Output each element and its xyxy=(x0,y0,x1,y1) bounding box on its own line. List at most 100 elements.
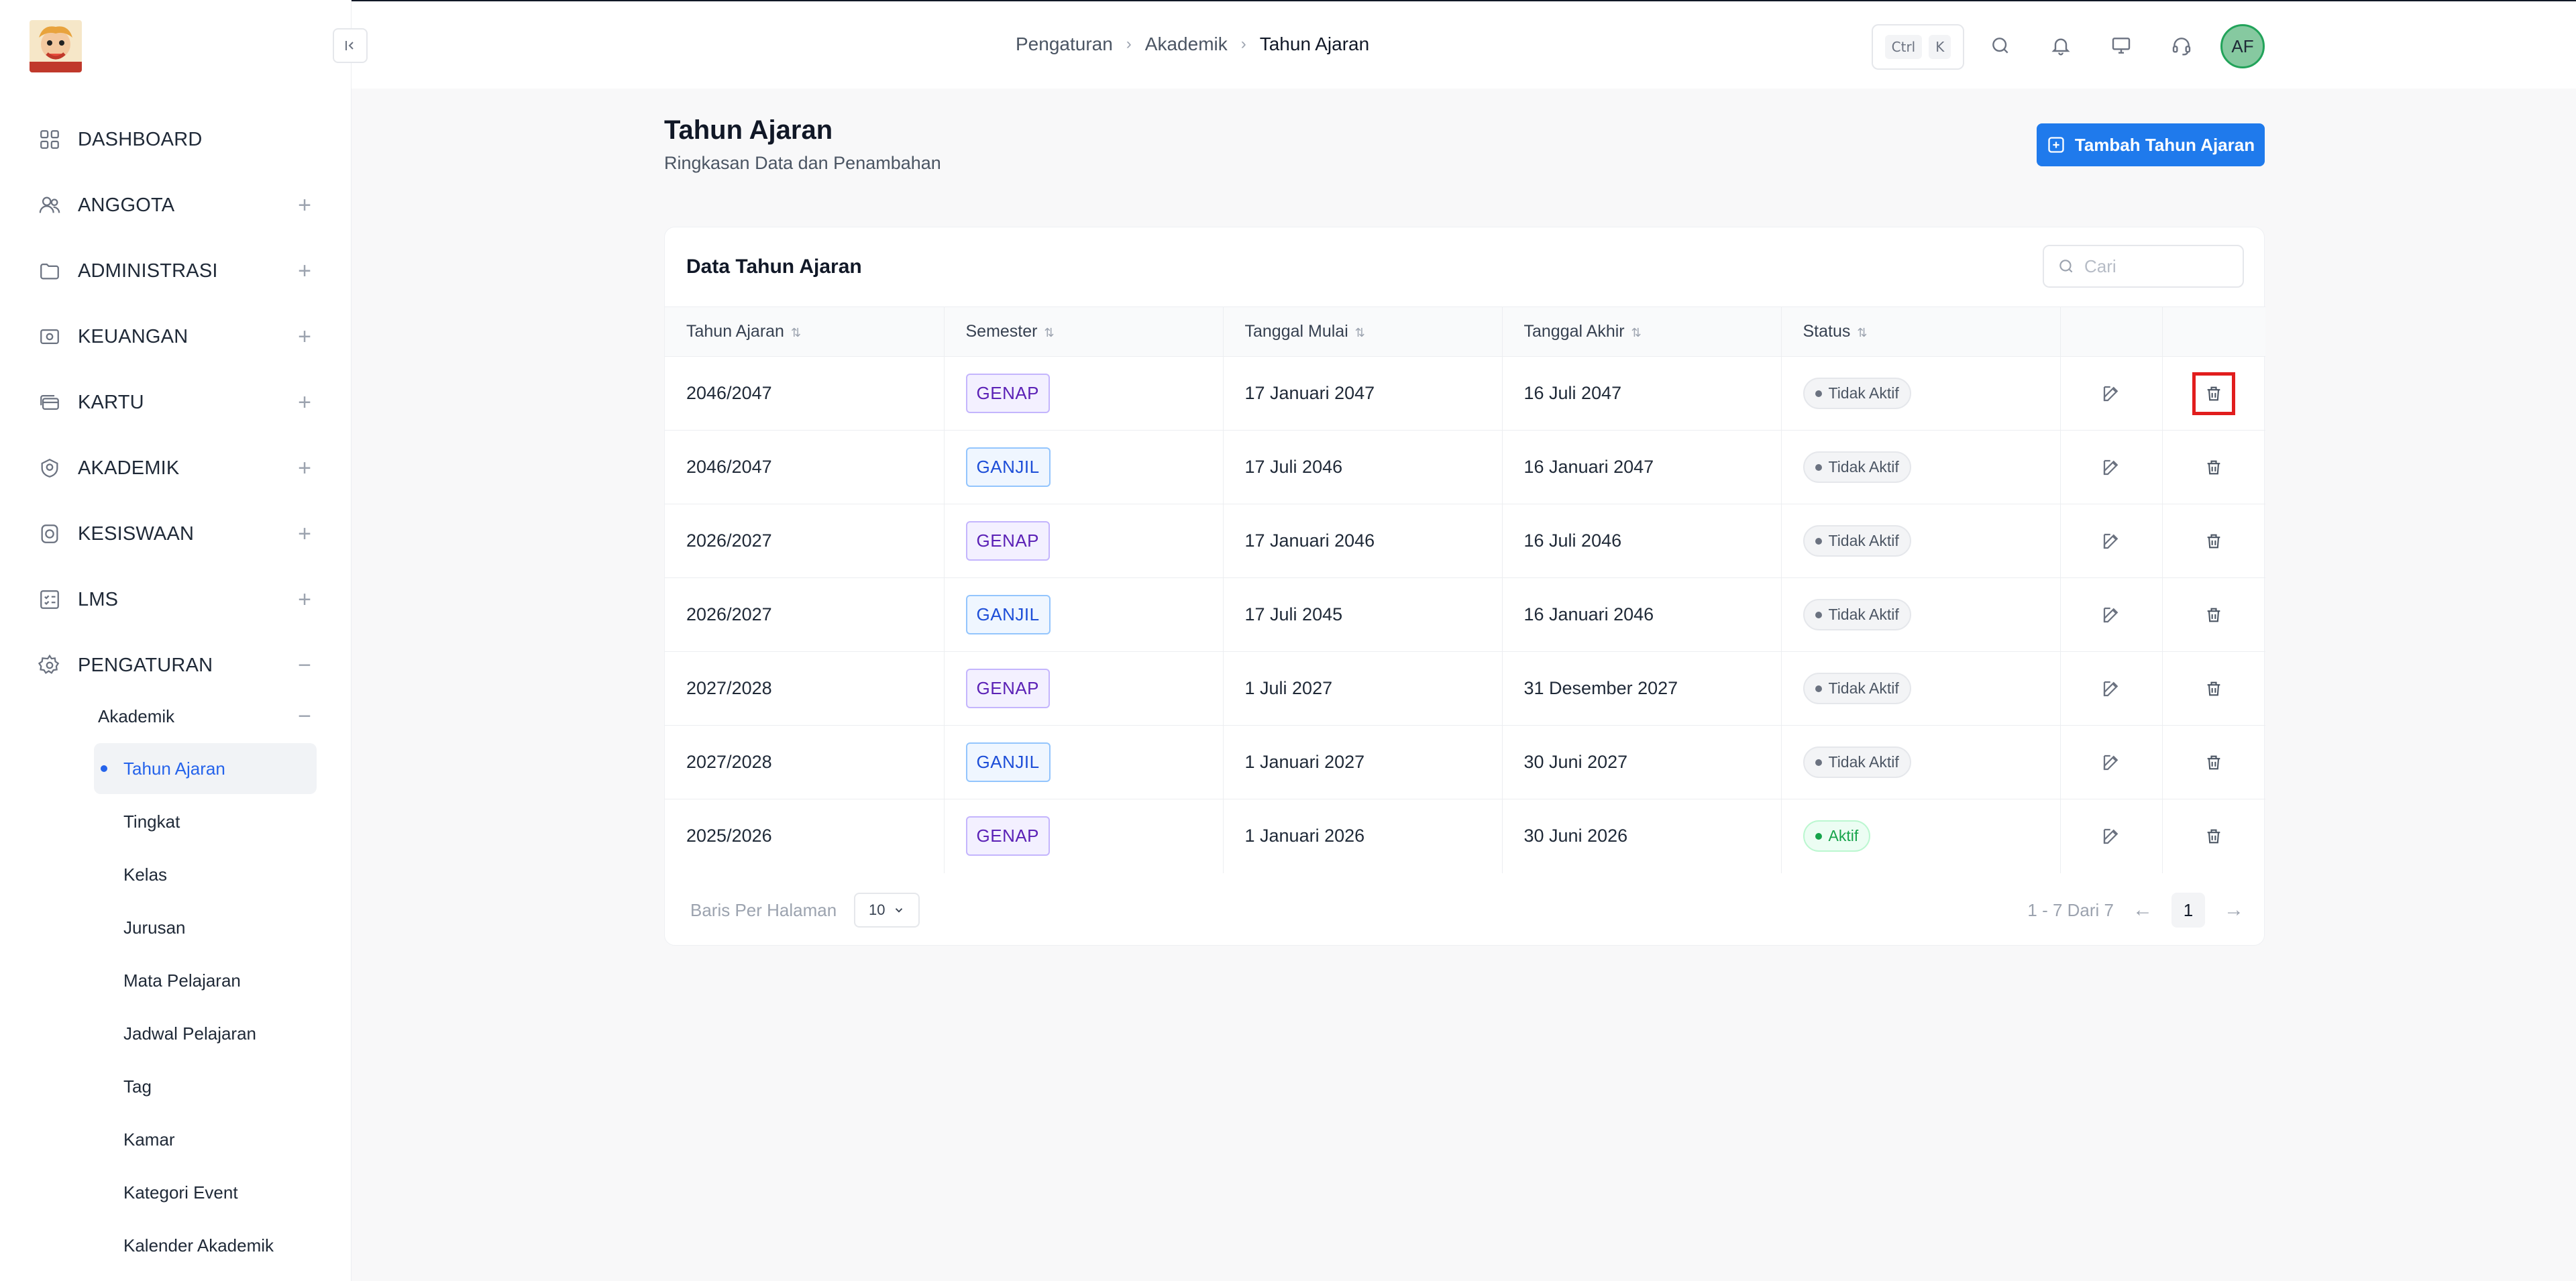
expand-icon[interactable]: + xyxy=(292,456,317,480)
cell-semester: GANJIL xyxy=(944,725,1224,799)
collapse-icon[interactable]: − xyxy=(292,653,317,677)
cell-tanggal-mulai: 17 Januari 2047 xyxy=(1223,356,1503,431)
submenu-item[interactable]: Tingkat xyxy=(94,796,317,847)
app-logo[interactable] xyxy=(30,20,82,72)
sidebar-item-akademik[interactable]: AKADEMIK + xyxy=(36,448,317,488)
trash-icon[interactable] xyxy=(2192,372,2236,415)
cell-status: Tidak Aktif xyxy=(1781,504,2061,578)
avatar[interactable]: AF xyxy=(2220,24,2265,68)
cell-edit xyxy=(2060,799,2163,873)
breadcrumb-item[interactable]: Akademik xyxy=(1145,34,1228,55)
trash-icon[interactable] xyxy=(2192,741,2235,784)
semester-badge: GANJIL xyxy=(965,742,1051,782)
chevron-right-icon: › xyxy=(1240,35,1246,53)
cell-delete xyxy=(2162,431,2265,504)
submenu-item[interactable]: Tag xyxy=(94,1061,317,1112)
submenu-item[interactable]: Jurusan xyxy=(94,902,317,953)
cell-tanggal-akhir: 16 Januari 2047 xyxy=(1502,430,1782,504)
sidebar-item-kesiswaan[interactable]: KESISWAAN + xyxy=(36,514,317,554)
sidebar-item-keuangan[interactable]: KEUANGAN + xyxy=(36,317,317,357)
sidebar-collapse-button[interactable] xyxy=(333,28,368,63)
trash-icon[interactable] xyxy=(2192,520,2235,563)
column-header-tanggal-mulai[interactable]: Tanggal Mulai ⇅ xyxy=(1223,307,1503,357)
rows-per-page-select[interactable]: 10 xyxy=(854,893,920,928)
cards-icon xyxy=(36,389,63,416)
edit-icon[interactable] xyxy=(2090,667,2133,710)
cell-semester: GENAP xyxy=(944,504,1224,578)
collapse-left-icon xyxy=(345,41,354,50)
cell-tahun: 2046/2047 xyxy=(665,356,945,431)
page-subtitle: Ringkasan Data dan Penambahan xyxy=(664,153,941,173)
sidebar-item-kartu[interactable]: KARTU + xyxy=(36,382,317,423)
breadcrumb-item[interactable]: Pengaturan xyxy=(1016,34,1113,55)
sidebar-item-anggota[interactable]: ANGGOTA + xyxy=(36,185,317,225)
command-shortcut-button[interactable]: Ctrl K xyxy=(1872,24,1964,70)
submenu-item-label: Kategori Event xyxy=(123,1182,238,1203)
edit-icon[interactable] xyxy=(2090,520,2133,563)
submenu-item[interactable]: Kategori Event xyxy=(94,1167,317,1218)
sidebar-item-lms[interactable]: LMS + xyxy=(36,579,317,620)
folder-icon xyxy=(36,258,63,284)
sidebar-item-label: ADMINISTRASI xyxy=(78,260,218,282)
column-header-status[interactable]: Status ⇅ xyxy=(1781,307,2061,357)
cell-status: Aktif xyxy=(1781,799,2061,873)
trash-icon[interactable] xyxy=(2192,594,2235,636)
expand-icon[interactable]: + xyxy=(292,193,317,217)
submenu-item[interactable]: Kelas xyxy=(94,849,317,900)
arrow-right-icon[interactable]: → xyxy=(2224,899,2244,922)
sidebar-item-pengaturan[interactable]: PENGATURAN − xyxy=(36,645,317,685)
monitor-icon[interactable] xyxy=(2108,32,2135,59)
column-header-semester[interactable]: Semester ⇅ xyxy=(944,307,1224,357)
expand-icon[interactable]: + xyxy=(292,522,317,546)
edit-icon[interactable] xyxy=(2090,815,2133,858)
page-title: Tahun Ajaran xyxy=(664,115,833,145)
cell-tahun: 2026/2027 xyxy=(665,577,945,652)
column-header-tanggal-akhir[interactable]: Tanggal Akhir ⇅ xyxy=(1502,307,1782,357)
cell-status: Tidak Aktif xyxy=(1781,356,2061,431)
breadcrumb: Pengaturan › Akademik › Tahun Ajaran xyxy=(1016,34,1369,55)
column-header-edit xyxy=(2060,307,2163,357)
bell-icon[interactable] xyxy=(2047,32,2074,59)
table-search[interactable] xyxy=(2043,245,2244,288)
cell-tahun: 2025/2026 xyxy=(665,799,945,873)
expand-icon[interactable]: + xyxy=(292,325,317,349)
collapse-icon[interactable]: − xyxy=(292,704,317,730)
status-badge: Tidak Aktif xyxy=(1803,746,1911,778)
edit-icon[interactable] xyxy=(2090,446,2133,489)
cell-edit xyxy=(2060,356,2163,431)
money-icon xyxy=(36,323,63,350)
submenu-item[interactable]: Tahun Ajaran xyxy=(94,743,317,794)
topbar: Pengaturan › Akademik › Tahun Ajaran Ctr… xyxy=(352,0,2576,89)
edit-icon[interactable] xyxy=(2090,741,2133,784)
support-icon[interactable] xyxy=(2168,32,2195,59)
expand-icon[interactable]: + xyxy=(292,390,317,414)
column-header-tahun[interactable]: Tahun Ajaran ⇅ xyxy=(665,307,945,357)
status-dot xyxy=(1815,611,1822,618)
trash-icon[interactable] xyxy=(2192,815,2235,858)
expand-icon[interactable]: + xyxy=(292,588,317,612)
submenu-akademik[interactable]: Akademik − xyxy=(98,698,317,735)
submenu-item-label: Jadwal Pelajaran xyxy=(123,1023,257,1044)
page-button[interactable]: 1 xyxy=(2171,893,2205,928)
expand-icon[interactable]: + xyxy=(292,259,317,283)
cell-status: Tidak Aktif xyxy=(1781,577,2061,652)
arrow-left-icon[interactable]: ← xyxy=(2133,899,2153,922)
edit-icon[interactable] xyxy=(2090,372,2133,415)
submenu-item[interactable]: Mata Pelajaran xyxy=(94,955,317,1006)
cell-semester: GENAP xyxy=(944,799,1224,873)
add-academic-year-button[interactable]: Tambah Tahun Ajaran xyxy=(2037,123,2265,166)
submenu-item[interactable]: Kamar xyxy=(94,1114,317,1165)
submenu-item[interactable]: Jadwal Pelajaran xyxy=(94,1008,317,1059)
grid-icon xyxy=(36,126,63,153)
search-icon[interactable] xyxy=(1987,32,2014,59)
sidebar-item-administrasi[interactable]: ADMINISTRASI + xyxy=(36,251,317,291)
chevron-down-icon xyxy=(896,908,903,913)
search-input[interactable] xyxy=(2084,256,2232,277)
cell-tanggal-akhir: 30 Juni 2027 xyxy=(1502,725,1782,799)
trash-icon[interactable] xyxy=(2192,446,2235,489)
semester-badge: GENAP xyxy=(965,521,1051,561)
submenu-item[interactable]: Kalender Akademik xyxy=(94,1220,317,1271)
edit-icon[interactable] xyxy=(2090,594,2133,636)
sidebar-item-dashboard[interactable]: DASHBOARD xyxy=(36,119,317,160)
trash-icon[interactable] xyxy=(2192,667,2235,710)
